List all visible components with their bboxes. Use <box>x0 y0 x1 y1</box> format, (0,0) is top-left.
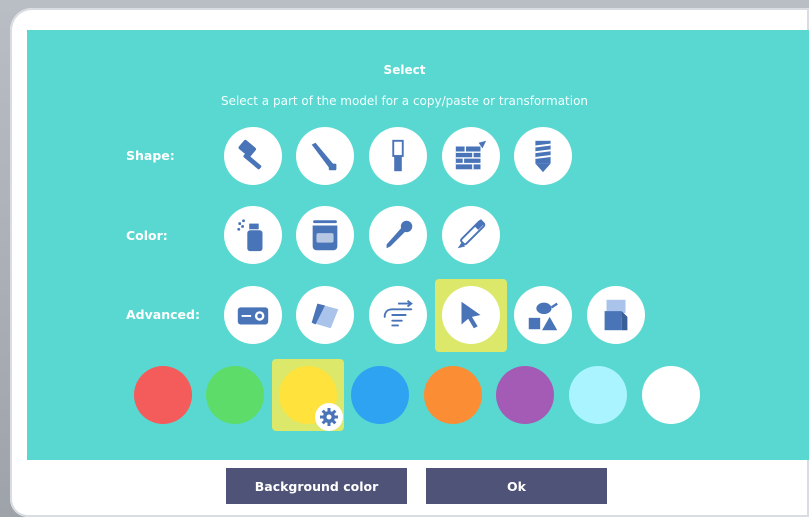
background-color-button[interactable]: Background color <box>226 468 407 504</box>
hammer-icon <box>238 139 262 170</box>
drill-bit-icon <box>535 140 551 173</box>
paper-shape-icon <box>311 303 339 329</box>
swatch-light-cyan[interactable] <box>569 366 627 424</box>
swatch-red[interactable] <box>134 366 192 424</box>
chisel-icon <box>392 139 404 172</box>
dialog-title: Select <box>383 63 426 77</box>
swatch-white[interactable] <box>642 366 700 424</box>
paint-bucket-tool-button[interactable] <box>296 206 354 264</box>
cursor-arrow-icon <box>461 301 481 329</box>
teapot-shapes-icon <box>528 302 558 331</box>
saw-tool-button[interactable] <box>296 127 354 185</box>
projector-tool-button[interactable] <box>224 286 282 344</box>
chisel-tool-button[interactable] <box>369 127 427 185</box>
spray-can-icon <box>237 219 263 252</box>
dialog-subtitle: Select a part of the model for a copy/pa… <box>220 94 589 108</box>
gear-icon <box>320 408 338 426</box>
brick-wall-tool-button[interactable] <box>442 127 500 185</box>
brick-wall-icon <box>455 140 487 170</box>
swatch-green[interactable] <box>206 366 264 424</box>
eyedropper-tool-button[interactable] <box>369 206 427 264</box>
drill-bit-tool-button[interactable] <box>514 127 572 185</box>
swatch-purple[interactable] <box>496 366 554 424</box>
stacked-cubes-icon <box>604 299 628 331</box>
color-row-label: Color: <box>126 228 168 243</box>
pipette-icon <box>457 219 486 249</box>
saw-icon <box>311 142 337 171</box>
pointing-hand-icon <box>383 299 413 327</box>
paper-shape-tool-button[interactable] <box>296 286 354 344</box>
pipette-tool-button[interactable] <box>442 206 500 264</box>
eyedropper-icon <box>386 220 413 249</box>
projector-icon <box>237 307 269 325</box>
shape-row-label: Shape: <box>126 148 175 163</box>
pointing-hand-tool-button[interactable] <box>369 286 427 344</box>
spray-can-tool-button[interactable] <box>224 206 282 264</box>
swatch-blue[interactable] <box>351 366 409 424</box>
teapot-shapes-tool-button[interactable] <box>514 286 572 344</box>
swatch-settings-button[interactable] <box>315 403 343 431</box>
paint-bucket-icon <box>312 220 338 251</box>
swatch-orange[interactable] <box>424 366 482 424</box>
ok-button[interactable]: Ok <box>426 468 607 504</box>
hammer-tool-button[interactable] <box>224 127 282 185</box>
advanced-row-label: Advanced: <box>126 307 200 322</box>
cursor-arrow-tool-button[interactable] <box>442 286 500 344</box>
stacked-cubes-tool-button[interactable] <box>587 286 645 344</box>
